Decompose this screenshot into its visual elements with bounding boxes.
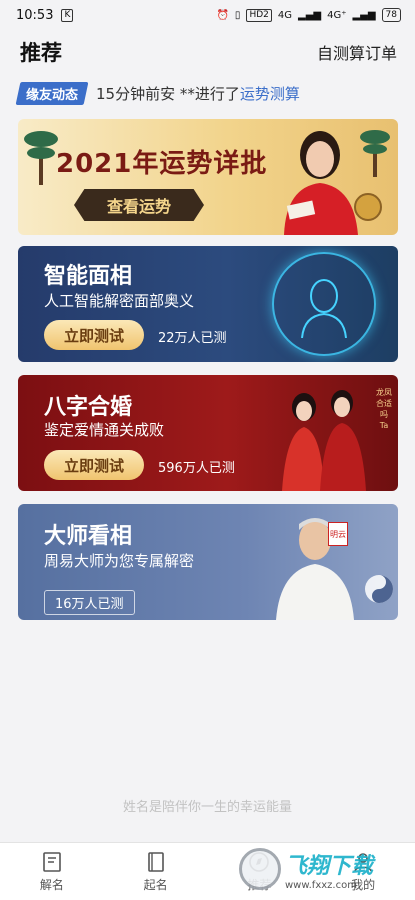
compass-coin-icon [354, 193, 382, 221]
alarm-icon: ⏰ [216, 9, 229, 21]
face-reading-card[interactable]: 智能面相 人工智能解密面部奥义 立即测试 22万人已测 [18, 246, 398, 362]
yin-yang-icon [365, 575, 393, 603]
watermark-title: 飞翔下载 [285, 853, 374, 879]
bottom-tab-bar: 解名 起名 推荐 我的 飞翔下载 www.fxxz.com [0, 842, 415, 900]
marriage-title: 八字合婚 [44, 395, 133, 420]
watermark-logo-icon [239, 848, 281, 890]
marriage-count: 596万人已测 [158, 461, 235, 476]
master-card[interactable]: 大师看相 周易大师为您专属解密 16万人已测 明云 [18, 504, 398, 620]
face-title: 智能面相 [44, 264, 133, 289]
tab-interpret-name[interactable]: 解名 [0, 843, 104, 900]
status-bar: 10:53 K ⏰ ▯ HD2 4G ▂▄▆ 4G⁺ ▂▄▆ 78 [0, 0, 415, 30]
master-subtitle: 周易大师为您专属解密 [44, 552, 195, 570]
tab-naming[interactable]: 起名 [104, 843, 208, 900]
ticker-link[interactable]: 运势测算 [240, 83, 300, 104]
battery-icon: 78 [381, 8, 401, 22]
master-title: 大师看相 [44, 524, 133, 549]
pine-tree-icon-right [360, 130, 390, 177]
book-icon [147, 852, 164, 872]
page-header: 推荐 自测算订单 [0, 34, 415, 70]
tab-label: 起名 [143, 878, 168, 892]
hd-indicator: HD2 [246, 8, 272, 22]
face-count: 22万人已测 [158, 331, 227, 346]
watermark-url: www.fxxz.com [285, 879, 357, 891]
watermark: 飞翔下载 www.fxxz.com [239, 842, 409, 896]
ticker-text: 15分钟前安 **进行了 [96, 84, 240, 103]
view-fortune-button[interactable]: 查看运势 [74, 189, 204, 221]
fortune-title: 2021年运势详批 [56, 149, 268, 179]
signal-bars-icon: ▂▄▆ [298, 9, 322, 21]
pine-tree-icon [24, 131, 58, 185]
document-icon [43, 852, 61, 872]
marriage-card[interactable]: 八字合婚 鉴定爱情通关成败 立即测试 596万人已测 龙凤合适吗Ta [18, 375, 398, 491]
tab-label: 解名 [39, 878, 64, 892]
orders-link[interactable]: 自测算订单 [317, 40, 397, 64]
wedding-couple-illustration [282, 390, 366, 491]
master-count-badge: 16万人已测 [44, 590, 135, 615]
fortune-card[interactable]: 2021年运势详批 查看运势 [18, 119, 398, 235]
master-stamp: 明云 [328, 522, 348, 546]
signal-indicator: 4G [277, 9, 292, 21]
signal-indicator-2: 4G⁺ [327, 9, 347, 21]
notification-icon: K [61, 8, 74, 22]
status-time: 10:53 [16, 7, 54, 23]
marriage-test-button[interactable]: 立即测试 [44, 450, 144, 480]
face-subtitle: 人工智能解密面部奥义 [44, 292, 195, 310]
face-scan-icon [301, 279, 347, 338]
face-test-button[interactable]: 立即测试 [44, 320, 144, 350]
vibrate-icon: ▯ [234, 9, 241, 21]
signal-bars-icon-2: ▂▄▆ [352, 9, 376, 21]
page-title: 推荐 [20, 41, 62, 65]
slogan: 姓名是陪伴你一生的幸运能量 [122, 800, 292, 815]
activity-ticker[interactable]: 缘友动态 15分钟前安 **进行了 运势测算 [15, 80, 398, 106]
presenter-photo [284, 131, 358, 235]
activity-tag: 缘友动态 [15, 81, 89, 105]
marriage-subtitle: 鉴定爱情通关成败 [44, 421, 165, 439]
marriage-seal: 龙凤合适吗Ta [376, 388, 392, 430]
